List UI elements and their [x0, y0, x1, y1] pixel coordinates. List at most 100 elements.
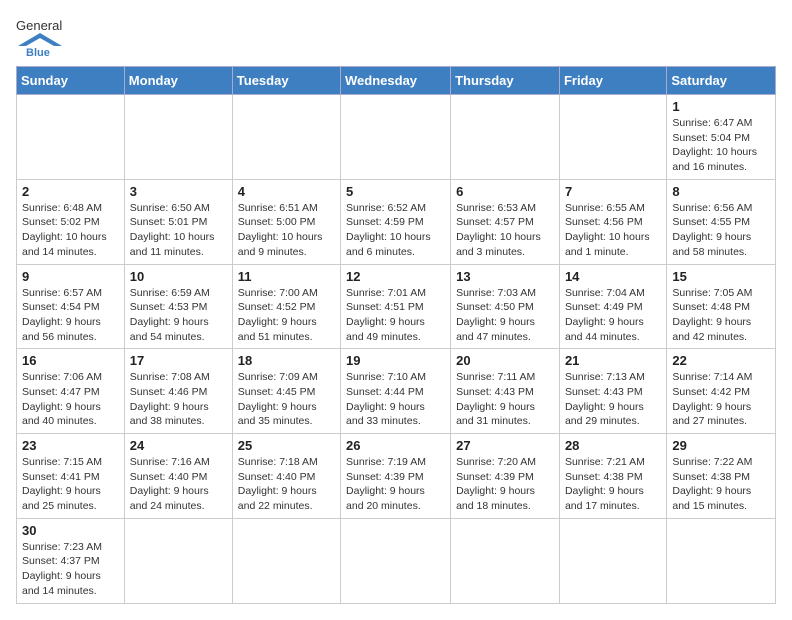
- day-info: Sunrise: 7:01 AM Sunset: 4:51 PM Dayligh…: [346, 286, 445, 345]
- day-number: 30: [22, 523, 119, 538]
- logo: General Blue: [16, 16, 64, 58]
- day-cell: [559, 95, 666, 180]
- day-cell: 18Sunrise: 7:09 AM Sunset: 4:45 PM Dayli…: [232, 349, 340, 434]
- calendar-table: SundayMondayTuesdayWednesdayThursdayFrid…: [16, 66, 776, 604]
- day-number: 10: [130, 269, 227, 284]
- day-info: Sunrise: 7:04 AM Sunset: 4:49 PM Dayligh…: [565, 286, 661, 345]
- week-row-5: 23Sunrise: 7:15 AM Sunset: 4:41 PM Dayli…: [17, 434, 776, 519]
- day-cell: 4Sunrise: 6:51 AM Sunset: 5:00 PM Daylig…: [232, 179, 340, 264]
- day-number: 24: [130, 438, 227, 453]
- day-cell: 13 Sunrise: 7:03 AM Sunset: 4:50 PM Dayli…: [451, 264, 560, 349]
- week-row-6: 30 Sunrise: 7:23 AM Sunset: 4:37 PM Dayli…: [17, 518, 776, 603]
- day-number: 13: [456, 269, 554, 284]
- day-cell: 9 Sunrise: 6:57 AM Sunset: 4:54 PM Daylig…: [17, 264, 125, 349]
- day-cell: [124, 95, 232, 180]
- weekday-header-saturday: Saturday: [667, 67, 776, 95]
- day-info: Sunrise: 7:19 AM Sunset: 4:39 PM Dayligh…: [346, 455, 445, 514]
- day-info: Sunrise: 6:57 AM Sunset: 4:54 PM Dayligh…: [22, 286, 119, 345]
- day-number: 28: [565, 438, 661, 453]
- weekday-header-wednesday: Wednesday: [341, 67, 451, 95]
- day-info: Sunrise: 7:20 AM Sunset: 4:39 PM Dayligh…: [456, 455, 554, 514]
- day-number: 25: [238, 438, 335, 453]
- day-cell: 27 Sunrise: 7:20 AM Sunset: 4:39 PM Dayli…: [451, 434, 560, 519]
- day-cell: 25Sunrise: 7:18 AM Sunset: 4:40 PM Dayli…: [232, 434, 340, 519]
- day-info: Sunrise: 7:15 AM Sunset: 4:41 PM Dayligh…: [22, 455, 119, 514]
- day-cell: 28 Sunrise: 7:21 AM Sunset: 4:38 PM Dayli…: [559, 434, 666, 519]
- day-info: Sunrise: 6:56 AM Sunset: 4:55 PM Dayligh…: [672, 201, 770, 260]
- day-cell: 21 Sunrise: 7:13 AM Sunset: 4:43 PM Dayli…: [559, 349, 666, 434]
- day-info: Sunrise: 7:11 AM Sunset: 4:43 PM Dayligh…: [456, 370, 554, 429]
- day-cell: [232, 95, 340, 180]
- day-cell: [667, 518, 776, 603]
- day-number: 29: [672, 438, 770, 453]
- day-cell: 16 Sunrise: 7:06 AM Sunset: 4:47 PM Dayli…: [17, 349, 125, 434]
- day-info: Sunrise: 6:47 AM Sunset: 5:04 PM Dayligh…: [672, 116, 770, 175]
- day-number: 14: [565, 269, 661, 284]
- day-cell: [559, 518, 666, 603]
- day-info: Sunrise: 7:00 AM Sunset: 4:52 PM Dayligh…: [238, 286, 335, 345]
- day-number: 27: [456, 438, 554, 453]
- day-number: 8: [672, 184, 770, 199]
- day-cell: [124, 518, 232, 603]
- day-number: 16: [22, 353, 119, 368]
- day-info: Sunrise: 6:55 AM Sunset: 4:56 PM Dayligh…: [565, 201, 661, 260]
- day-number: 20: [456, 353, 554, 368]
- day-cell: 11Sunrise: 7:00 AM Sunset: 4:52 PM Dayli…: [232, 264, 340, 349]
- day-cell: 1 Sunrise: 6:47 AM Sunset: 5:04 PM Daylig…: [667, 95, 776, 180]
- day-number: 12: [346, 269, 445, 284]
- day-number: 4: [238, 184, 335, 199]
- day-number: 9: [22, 269, 119, 284]
- day-info: Sunrise: 7:10 AM Sunset: 4:44 PM Dayligh…: [346, 370, 445, 429]
- day-cell: 3Sunrise: 6:50 AM Sunset: 5:01 PM Daylig…: [124, 179, 232, 264]
- day-cell: [17, 95, 125, 180]
- day-number: 3: [130, 184, 227, 199]
- day-cell: 12 Sunrise: 7:01 AM Sunset: 4:51 PM Dayli…: [341, 264, 451, 349]
- day-cell: [341, 518, 451, 603]
- day-info: Sunrise: 6:59 AM Sunset: 4:53 PM Dayligh…: [130, 286, 227, 345]
- week-row-2: 2 Sunrise: 6:48 AM Sunset: 5:02 PM Daylig…: [17, 179, 776, 264]
- day-number: 2: [22, 184, 119, 199]
- day-info: Sunrise: 7:22 AM Sunset: 4:38 PM Dayligh…: [672, 455, 770, 514]
- weekday-header-friday: Friday: [559, 67, 666, 95]
- day-cell: 22Sunrise: 7:14 AM Sunset: 4:42 PM Dayli…: [667, 349, 776, 434]
- day-number: 1: [672, 99, 770, 114]
- week-row-1: 1 Sunrise: 6:47 AM Sunset: 5:04 PM Daylig…: [17, 95, 776, 180]
- day-cell: 29 Sunrise: 7:22 AM Sunset: 4:38 PM Dayli…: [667, 434, 776, 519]
- weekday-header-sunday: Sunday: [17, 67, 125, 95]
- day-info: Sunrise: 6:53 AM Sunset: 4:57 PM Dayligh…: [456, 201, 554, 260]
- day-cell: 23Sunrise: 7:15 AM Sunset: 4:41 PM Dayli…: [17, 434, 125, 519]
- day-cell: 30 Sunrise: 7:23 AM Sunset: 4:37 PM Dayli…: [17, 518, 125, 603]
- day-number: 6: [456, 184, 554, 199]
- day-cell: 15 Sunrise: 7:05 AM Sunset: 4:48 PM Dayli…: [667, 264, 776, 349]
- day-number: 5: [346, 184, 445, 199]
- day-number: 17: [130, 353, 227, 368]
- week-row-4: 16 Sunrise: 7:06 AM Sunset: 4:47 PM Dayli…: [17, 349, 776, 434]
- day-cell: [451, 518, 560, 603]
- day-cell: 7 Sunrise: 6:55 AM Sunset: 4:56 PM Daylig…: [559, 179, 666, 264]
- svg-text:General: General: [16, 18, 62, 33]
- day-info: Sunrise: 7:03 AM Sunset: 4:50 PM Dayligh…: [456, 286, 554, 345]
- day-number: 21: [565, 353, 661, 368]
- day-info: Sunrise: 7:21 AM Sunset: 4:38 PM Dayligh…: [565, 455, 661, 514]
- day-cell: 6 Sunrise: 6:53 AM Sunset: 4:57 PM Daylig…: [451, 179, 560, 264]
- day-number: 7: [565, 184, 661, 199]
- logo-svg: General Blue: [16, 16, 64, 58]
- day-cell: [451, 95, 560, 180]
- day-cell: 24Sunrise: 7:16 AM Sunset: 4:40 PM Dayli…: [124, 434, 232, 519]
- day-info: Sunrise: 7:23 AM Sunset: 4:37 PM Dayligh…: [22, 540, 119, 599]
- day-info: Sunrise: 7:06 AM Sunset: 4:47 PM Dayligh…: [22, 370, 119, 429]
- day-info: Sunrise: 7:08 AM Sunset: 4:46 PM Dayligh…: [130, 370, 227, 429]
- day-cell: 20 Sunrise: 7:11 AM Sunset: 4:43 PM Dayli…: [451, 349, 560, 434]
- day-info: Sunrise: 7:13 AM Sunset: 4:43 PM Dayligh…: [565, 370, 661, 429]
- day-info: Sunrise: 7:09 AM Sunset: 4:45 PM Dayligh…: [238, 370, 335, 429]
- day-cell: 8 Sunrise: 6:56 AM Sunset: 4:55 PM Daylig…: [667, 179, 776, 264]
- day-number: 26: [346, 438, 445, 453]
- day-info: Sunrise: 7:05 AM Sunset: 4:48 PM Dayligh…: [672, 286, 770, 345]
- day-cell: [341, 95, 451, 180]
- day-number: 15: [672, 269, 770, 284]
- week-row-3: 9 Sunrise: 6:57 AM Sunset: 4:54 PM Daylig…: [17, 264, 776, 349]
- weekday-header-tuesday: Tuesday: [232, 67, 340, 95]
- day-cell: 10 Sunrise: 6:59 AM Sunset: 4:53 PM Dayli…: [124, 264, 232, 349]
- day-info: Sunrise: 6:48 AM Sunset: 5:02 PM Dayligh…: [22, 201, 119, 260]
- day-cell: 26 Sunrise: 7:19 AM Sunset: 4:39 PM Dayli…: [341, 434, 451, 519]
